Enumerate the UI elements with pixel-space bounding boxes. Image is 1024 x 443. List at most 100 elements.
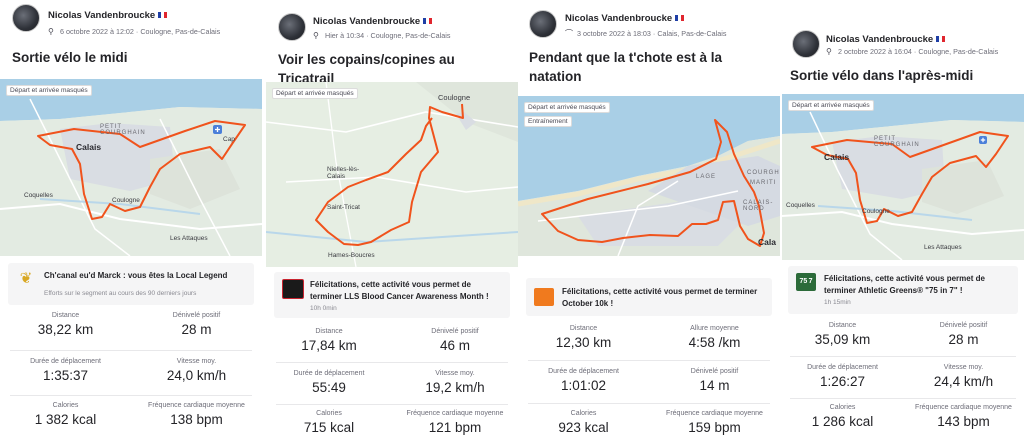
stat-distance: Distance 17,84 km [301, 328, 357, 353]
lls-badge-icon [282, 279, 304, 299]
france-flag-icon [158, 12, 168, 18]
map-place: CALAIS-NORD [743, 200, 774, 212]
map-graphic [782, 94, 1024, 260]
stat-distance: Distance 38,22 km [37, 312, 94, 337]
stat-heart-rate: Fréquence cardiaque moyenne 138 bpm [148, 402, 245, 427]
banner-subtitle: Efforts sur le segment au cours des 90 d… [44, 290, 197, 297]
october-10k-badge-icon [534, 288, 554, 306]
route-map[interactable]: Départ et arrivée masqués Coulogne Niell… [266, 82, 518, 267]
stat-moving-time: Durée de déplacement 1:35:37 [30, 358, 101, 383]
activity-meta: ⚲ 6 octobre 2022 à 12:02 · Coulogne, Pas… [48, 27, 221, 36]
map-tag: Entraînement [524, 116, 572, 127]
banner-title: Félicitations, cette activité vous perme… [562, 287, 758, 308]
route-map[interactable]: Départ et arrivée masqués PETIT COURGHAI… [782, 94, 1024, 260]
stat-calories: Calories 715 kcal [303, 410, 355, 435]
banner-title: Ch'canal eu'd Marck : vous êtes la Local… [44, 271, 228, 280]
map-tag: Départ et arrivée masqués [524, 102, 610, 113]
divider [790, 356, 1016, 357]
map-place: Coquelles [24, 192, 53, 199]
avatar[interactable] [12, 4, 40, 32]
divider [276, 404, 508, 405]
achievement-banner[interactable]: 75 7 Félicitations, cette activité vous … [788, 266, 1018, 314]
75-in-7-badge-icon: 75 7 [796, 273, 816, 291]
route-map[interactable]: Départ et arrivée masqués Entraînement L… [518, 96, 780, 256]
activity-card-2[interactable]: Nicolas Vandenbroucke ⚲ Hier à 10:34 · C… [266, 0, 518, 443]
map-tag: Départ et arrivée masqués [788, 100, 874, 111]
divider [790, 398, 1016, 399]
map-place: Calais [824, 152, 850, 162]
map-place: Coulogne [862, 208, 890, 215]
route-map[interactable]: Départ et arrivée masqués PETIT COURGHAI… [0, 79, 262, 256]
stat-moving-time: Durée de déplacement 55:49 [293, 370, 365, 395]
activity-meta: ⌒ 3 octobre 2022 à 18:03 · Calais, Pas-d… [565, 29, 727, 38]
map-place: PETIT COURGHAIN [874, 136, 920, 148]
map-place: COURGH [747, 170, 780, 176]
france-flag-icon [936, 36, 946, 42]
stat-elevation: Dénivelé positif 28 m [939, 322, 988, 347]
activity-title[interactable]: Pendant que la t'chote est à la natation [529, 48, 759, 86]
stat-calories: Calories 1 286 kcal [811, 404, 874, 429]
athlete-name[interactable]: Nicolas Vandenbroucke [826, 34, 946, 45]
stat-avg-speed: Vitesse moy. 24,4 km/h [933, 364, 994, 389]
map-place: Les Attaques [924, 244, 962, 251]
stat-elevation: Dénivelé positif 28 m [172, 312, 221, 337]
map-place: Hames-Boucres [328, 252, 375, 259]
banner-subtitle: 1h 15min [824, 299, 851, 306]
map-place: Les Attaques [170, 235, 208, 242]
stat-avg-speed: Vitesse moy. 19,2 km/h [425, 370, 485, 395]
achievement-banner[interactable]: Félicitations, cette activité vous perme… [526, 278, 772, 316]
activity-card-1[interactable]: Nicolas Vandenbroucke ⚲ 6 octobre 2022 à… [0, 0, 262, 443]
achievement-banner[interactable]: Félicitations, cette activité vous perme… [274, 272, 510, 318]
athlete-name[interactable]: Nicolas Vandenbroucke [48, 10, 168, 21]
avatar[interactable] [529, 10, 557, 38]
activity-title[interactable]: Sortie vélo le midi [12, 48, 252, 67]
stat-avg-speed: Vitesse moy. 24,0 km/h [166, 358, 227, 383]
map-graphic [266, 82, 518, 267]
map-place: Cala [758, 237, 776, 247]
map-place: MARITI [750, 180, 777, 186]
map-place: Coulogne [438, 93, 471, 102]
map-graphic [0, 79, 262, 256]
bike-icon: ⚲ [313, 31, 319, 40]
activity-meta: ⚲ Hier à 10:34 · Coulogne, Pas-de-Calais [313, 31, 451, 40]
activity-meta: ⚲ 2 octobre 2022 à 16:04 · Coulogne, Pas… [826, 47, 999, 56]
divider [10, 350, 252, 351]
stat-calories: Calories 923 kcal [558, 410, 609, 435]
stat-pace: Allure moyenne 4:58 /km [688, 325, 741, 350]
stat-distance: Distance 35,09 km [814, 322, 871, 347]
divider [528, 360, 770, 361]
stat-heart-rate: Fréquence cardiaque moyenne 121 bpm [406, 410, 504, 435]
activity-card-4[interactable]: Nicolas Vandenbroucke ⚲ 2 octobre 2022 à… [782, 0, 1024, 443]
banner-title: Félicitations, cette activité vous perme… [310, 280, 489, 301]
map-tag: Départ et arrivée masqués [272, 88, 358, 99]
bike-icon: ⚲ [826, 47, 832, 56]
map-tag: Départ et arrivée masqués [6, 85, 92, 96]
map-place: Nielles-lès-Calais [327, 166, 360, 180]
banner-title: Félicitations, cette activité vous perme… [824, 274, 985, 295]
divider [528, 403, 770, 404]
stat-heart-rate: Fréquence cardiaque moyenne 143 bpm [915, 404, 1012, 429]
shoe-icon: ⌒ [565, 29, 573, 38]
map-place: Calais [76, 142, 102, 152]
stat-elevation: Dénivelé positif 46 m [431, 328, 479, 353]
banner-subtitle: 10h 0min [310, 305, 337, 312]
map-place: PETIT COURGHAIN [100, 124, 146, 136]
map-place: LAGE [696, 174, 717, 180]
avatar[interactable] [278, 13, 306, 41]
avatar[interactable] [792, 30, 820, 58]
athlete-name[interactable]: Nicolas Vandenbroucke [313, 16, 433, 27]
stat-distance: Distance 12,30 km [555, 325, 612, 350]
stat-moving-time: Durée de déplacement 1:01:02 [548, 368, 619, 393]
divider [10, 395, 252, 396]
activity-card-3[interactable]: Nicolas Vandenbroucke ⌒ 3 octobre 2022 à… [518, 0, 780, 443]
map-place: Coulogne [112, 197, 140, 204]
bike-icon: ⚲ [48, 27, 54, 36]
map-place: Coquelles [786, 202, 815, 209]
activity-title[interactable]: Sortie vélo dans l'après-midi [790, 66, 1020, 85]
stat-moving-time: Durée de déplacement 1:26:27 [807, 364, 878, 389]
stat-elevation: Dénivelé positif 14 m [690, 368, 739, 393]
divider [276, 362, 508, 363]
map-place: Cap [223, 136, 235, 143]
athlete-name[interactable]: Nicolas Vandenbroucke [565, 13, 685, 24]
achievement-banner[interactable]: ❦ Ch'canal eu'd Marck : vous êtes la Loc… [8, 263, 254, 305]
